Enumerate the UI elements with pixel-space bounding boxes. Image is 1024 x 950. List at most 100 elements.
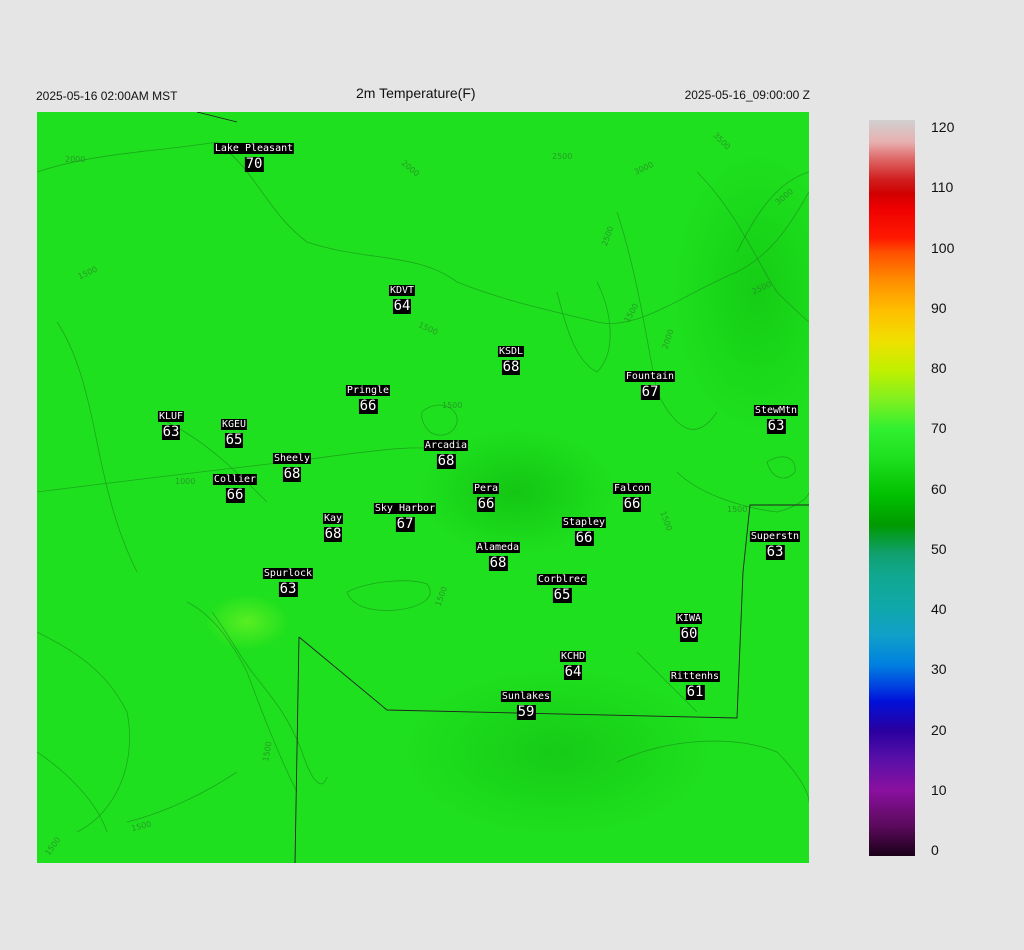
colorbar-tick-label: 90	[931, 299, 947, 316]
station-marker[interactable]: Pera 66	[472, 478, 500, 512]
colorbar-tick-label: 20	[931, 721, 947, 738]
contour-line	[37, 751, 108, 833]
contour-line	[346, 580, 431, 611]
station-name: Pringle	[345, 385, 391, 396]
station-marker[interactable]: Kay 68	[322, 508, 344, 542]
contour-label: 2000	[65, 155, 85, 164]
station-temperature: 68	[436, 453, 456, 469]
temperature-colorbar	[869, 120, 915, 856]
station-name: Superstn	[749, 531, 801, 542]
station-marker[interactable]: Rittenhs 61	[669, 666, 721, 700]
local-time-label: 2025-05-16 02:00AM MST	[36, 89, 178, 103]
station-marker[interactable]: Corblrec 65	[536, 569, 588, 603]
station-name: Arcadia	[423, 440, 469, 451]
station-temperature: 68	[282, 466, 302, 482]
station-marker[interactable]: Superstn 63	[749, 526, 801, 560]
station-name: Sheely	[272, 453, 312, 464]
colorbar-tick-label: 100	[931, 239, 955, 256]
station-name: KGEU	[220, 419, 248, 430]
contour-line	[736, 171, 809, 253]
contour-label: 1500	[622, 302, 640, 324]
contour-label: 1000	[175, 477, 195, 486]
station-temperature: 65	[552, 587, 572, 603]
station-temperature: 67	[640, 384, 660, 400]
contour-label: 2500	[600, 225, 615, 247]
colorbar-tick-label: 110	[931, 179, 954, 196]
colorbar-tick-label: 80	[931, 360, 947, 376]
station-name: Collier	[212, 474, 258, 485]
station-temperature: 68	[501, 359, 521, 375]
station-marker[interactable]: Sky Harbor 67	[373, 498, 437, 532]
station-name: Sky Harbor	[373, 503, 437, 514]
colorbar-tick-label: 40	[931, 601, 947, 617]
station-marker[interactable]: KGEU 65	[220, 414, 248, 448]
colorbar-tick-label: 30	[931, 661, 947, 678]
station-marker[interactable]: KLUF 63	[157, 406, 185, 440]
station-temperature: 68	[488, 555, 508, 571]
station-temperature: 63	[278, 581, 298, 597]
station-temperature: 61	[685, 684, 705, 700]
station-temperature: 64	[392, 298, 412, 314]
station-marker[interactable]: Spurlock 63	[262, 563, 314, 597]
station-name: Stapley	[561, 517, 607, 528]
station-marker[interactable]: Lake Pleasant 70	[213, 138, 295, 172]
station-marker[interactable]: Stapley 66	[561, 512, 607, 546]
station-marker[interactable]: Collier 66	[212, 469, 258, 503]
station-temperature: 66	[225, 487, 245, 503]
station-name: Lake Pleasant	[213, 143, 295, 154]
contour-label: 1500	[434, 585, 449, 607]
contour-line	[56, 321, 138, 573]
contour-line	[37, 141, 809, 324]
contour-label: 1500	[442, 401, 462, 410]
station-name: Rittenhs	[669, 671, 721, 682]
contour-label: 2500	[751, 280, 773, 297]
station-marker[interactable]: KCHD 64	[559, 646, 587, 680]
colorbar-tick-label: 60	[931, 480, 947, 497]
station-temperature: 63	[766, 418, 786, 434]
station-marker[interactable]: Pringle 66	[345, 380, 391, 414]
contour-label: 2000	[400, 158, 421, 178]
contour-label: 1500	[727, 505, 747, 514]
contour-label: 2500	[552, 152, 572, 161]
station-name: Sunlakes	[500, 691, 552, 702]
temperature-map[interactable]: 2000 2000 2500 3000 3500 2500 3000 2500 …	[37, 112, 809, 863]
contour-label: 1500	[417, 320, 439, 337]
station-marker[interactable]: Alameda 68	[475, 537, 521, 571]
station-temperature: 66	[622, 496, 642, 512]
colorbar-tick-label: 120	[931, 119, 955, 135]
station-marker[interactable]: Sheely 68	[272, 448, 312, 482]
colorbar-tick-label: 50	[931, 540, 947, 557]
station-temperature: 70	[244, 156, 264, 172]
station-name: Pera	[472, 483, 500, 494]
station-marker[interactable]: KSDL 68	[497, 341, 525, 375]
station-name: KSDL	[497, 346, 525, 357]
contour-line	[186, 601, 298, 793]
station-temperature: 66	[476, 496, 496, 512]
station-marker[interactable]: KDVT 64	[388, 280, 416, 314]
colorbar-tick-label: 10	[931, 781, 947, 798]
station-temperature: 63	[765, 544, 785, 560]
utc-time-label: 2025-05-16_09:00:00 Z	[684, 88, 810, 102]
station-marker[interactable]: Fountain 67	[624, 366, 676, 400]
contour-label: 1500	[43, 835, 62, 857]
station-marker[interactable]: Sunlakes 59	[500, 686, 552, 720]
station-name: KCHD	[559, 651, 587, 662]
county-boundary-line	[294, 636, 300, 863]
station-temperature: 65	[224, 432, 244, 448]
station-temperature: 66	[574, 530, 594, 546]
contour-label: 1500	[77, 265, 99, 282]
station-marker[interactable]: KIWA 60	[675, 608, 703, 642]
station-marker[interactable]: StewMtn 63	[753, 400, 799, 434]
contour-label: 1500	[130, 819, 152, 833]
terrain-contours: 2000 2000 2500 3000 3500 2500 3000 2500 …	[37, 112, 809, 863]
contour-label: 2000	[660, 328, 675, 350]
station-temperature: 60	[679, 626, 699, 642]
contour-label: 1500	[658, 510, 673, 532]
station-temperature: 67	[395, 516, 415, 532]
station-marker[interactable]: Falcon 66	[612, 478, 652, 512]
county-boundary-line	[196, 112, 238, 123]
station-name: Spurlock	[262, 568, 314, 579]
station-marker[interactable]: Arcadia 68	[423, 435, 469, 469]
station-name: Alameda	[475, 542, 521, 553]
contour-line	[37, 631, 130, 833]
